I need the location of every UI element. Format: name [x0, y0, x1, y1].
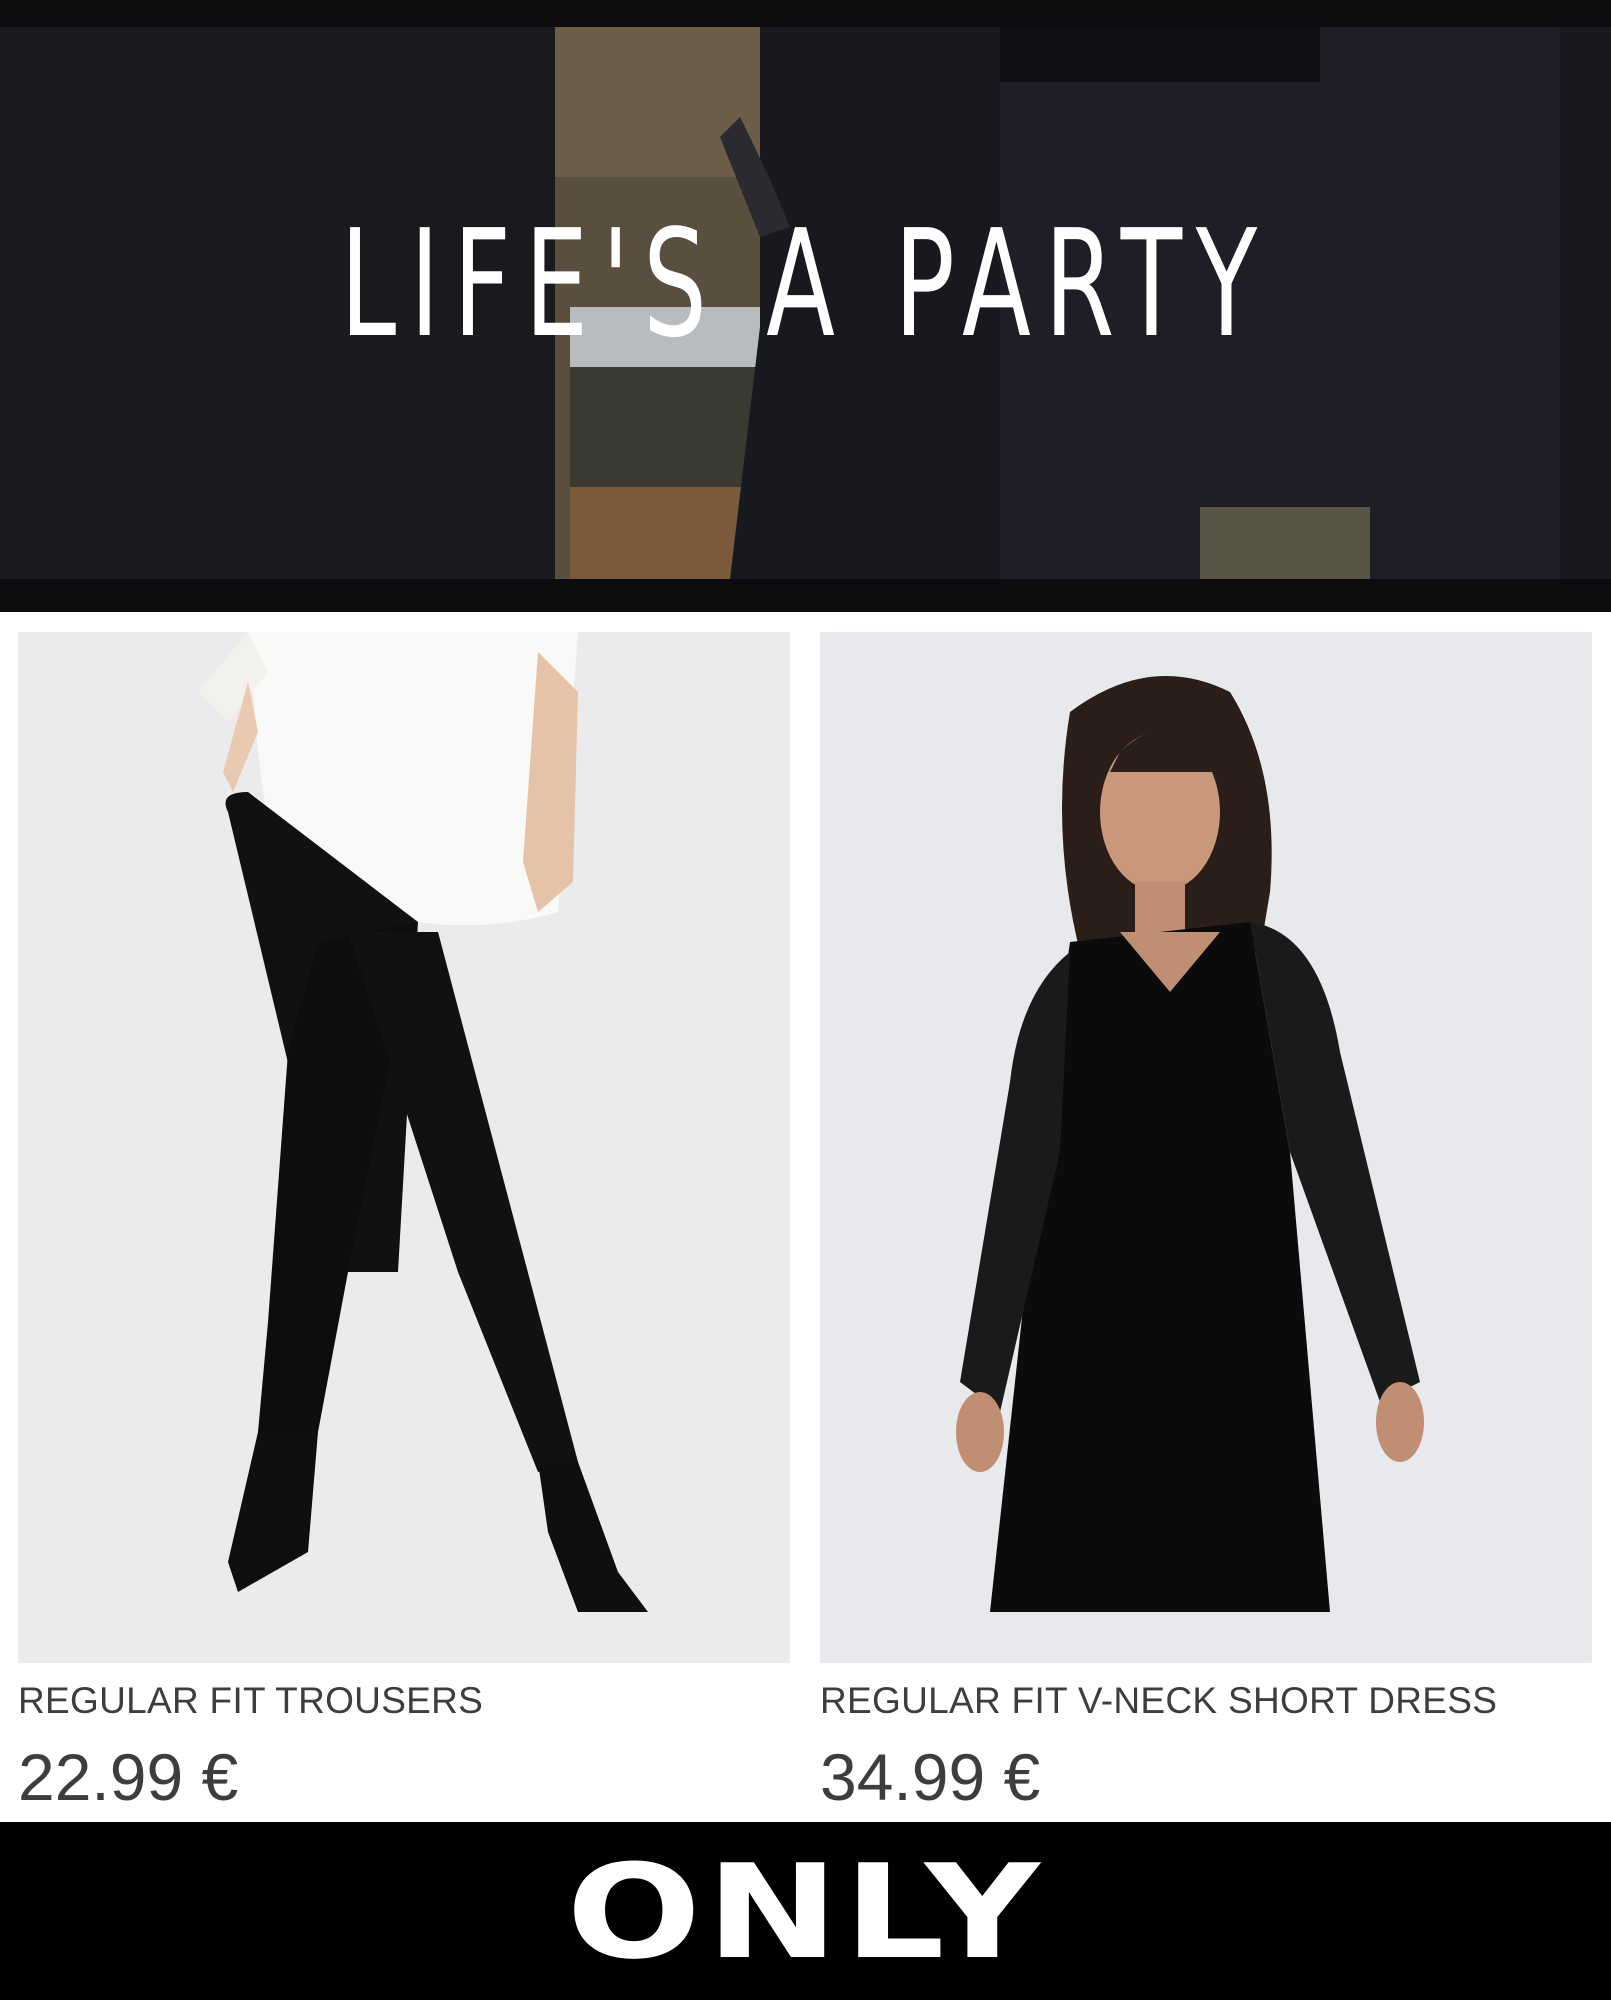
product-image[interactable] — [820, 632, 1592, 1663]
footer-bar: ONLY — [0, 1822, 1611, 2000]
hero-title: LIFE'S A PARTY — [340, 198, 1271, 370]
hero-banner[interactable]: LIFE'S A PARTY — [0, 0, 1611, 612]
product-card[interactable]: REGULAR FIT V-NECK SHORT DRESS 34.99 € — [820, 632, 1592, 1813]
brand-logo[interactable]: ONLY — [0, 1842, 1611, 1982]
product-image[interactable] — [18, 632, 790, 1663]
product-name[interactable]: REGULAR FIT TROUSERS — [18, 1679, 790, 1723]
product-price: 34.99 € — [820, 1740, 1041, 1814]
product-card[interactable]: REGULAR FIT TROUSERS 22.99 € — [18, 632, 790, 1813]
product-name[interactable]: REGULAR FIT V-NECK SHORT DRESS — [820, 1679, 1592, 1723]
product-price: 22.99 € — [18, 1740, 239, 1814]
